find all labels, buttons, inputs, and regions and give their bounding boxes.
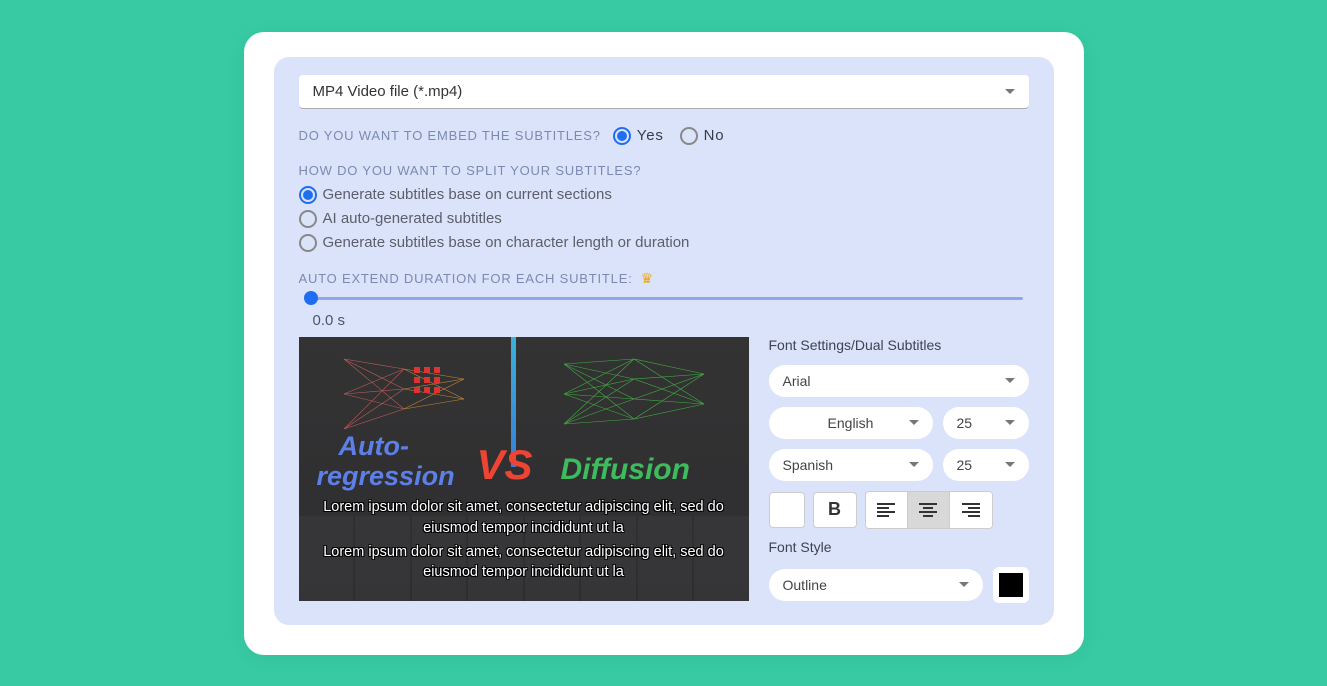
size-1-select[interactable]: 25 [943,407,1029,439]
embed-yes-label: Yes [637,127,664,144]
size-2-value: 25 [957,457,973,473]
align-center-button[interactable] [908,492,950,528]
language-1-select[interactable]: English [769,407,933,439]
radio-icon [299,210,317,228]
split-question-label: HOW DO YOU WANT TO SPLIT YOUR SUBTITLES? [299,163,1029,178]
chevron-down-icon [1005,89,1015,94]
embed-radio-group: Yes No [613,127,725,145]
split-option-sections[interactable]: Generate subtitles base on current secti… [299,186,1029,204]
radio-icon [299,234,317,252]
font-style-value: Outline [783,577,827,593]
subtitle-line-1: Lorem ipsum dolor sit amet, consectetur … [307,497,741,538]
lang2-size-row: Spanish 25 [769,449,1029,481]
file-format-label: MP4 Video file (*.mp4) [313,83,463,100]
auto-extend-row: AUTO EXTEND DURATION FOR EACH SUBTITLE: … [299,270,1029,287]
size-2-select[interactable]: 25 [943,449,1029,481]
embed-question-label: DO YOU WANT TO EMBED THE SUBTITLES? [299,128,601,143]
preview-graphic-left [314,349,504,439]
split-option-ai[interactable]: AI auto-generated subtitles [299,210,1029,228]
auto-extend-slider-wrap: 0.0 s [299,297,1029,329]
font-style-row: Outline [769,567,1029,603]
slider-thumb[interactable] [304,291,318,305]
preview-word-regression: regression [317,461,455,492]
preview-word-diffusion: Diffusion [561,453,690,487]
export-dialog-card: MP4 Video file (*.mp4) DO YOU WANT TO EM… [244,32,1084,655]
split-option-label: Generate subtitles base on character len… [323,234,690,251]
chevron-down-icon [1005,378,1015,383]
export-settings-panel: MP4 Video file (*.mp4) DO YOU WANT TO EM… [274,57,1054,625]
outline-color-picker[interactable] [993,567,1029,603]
embed-no-option[interactable]: No [680,127,725,145]
size-1-value: 25 [957,415,973,431]
premium-crown-icon: ♛ [641,270,654,287]
chevron-down-icon [909,420,919,425]
embed-question-row: DO YOU WANT TO EMBED THE SUBTITLES? Yes … [299,127,1029,145]
auto-extend-label: AUTO EXTEND DURATION FOR EACH SUBTITLE: [299,271,633,286]
alignment-group [865,491,993,529]
lang1-size-row: English 25 [769,407,1029,439]
auto-extend-slider[interactable] [311,297,1023,300]
chevron-down-icon [1005,462,1015,467]
chevron-down-icon [959,582,969,587]
text-color-picker[interactable] [769,492,805,528]
auto-extend-value: 0.0 s [313,312,1029,329]
align-left-icon [877,503,895,517]
split-options-group: Generate subtitles base on current secti… [299,186,1029,252]
preview-word-auto: Auto- [339,431,409,462]
outline-color-swatch [999,573,1023,597]
preview-graphic-right [544,349,734,439]
bold-icon: B [828,499,841,520]
video-preview: Auto- regression VS Diffusion Lorem ipsu… [299,337,749,601]
text-toolbar: B [769,491,1029,529]
split-option-label: AI auto-generated subtitles [323,210,502,227]
font-family-value: Arial [783,373,811,389]
font-style-select[interactable]: Outline [769,569,983,601]
preview-word-vs: VS [477,441,533,489]
language-2-select[interactable]: Spanish [769,449,933,481]
align-right-icon [962,503,980,517]
font-settings-title: Font Settings/Dual Subtitles [769,337,1029,353]
split-option-length[interactable]: Generate subtitles base on character len… [299,234,1029,252]
subtitle-overlay: Lorem ipsum dolor sit amet, consectetur … [299,497,749,582]
language-2-value: Spanish [783,457,834,473]
file-format-select[interactable]: MP4 Video file (*.mp4) [299,75,1029,109]
font-family-select[interactable]: Arial [769,365,1029,397]
align-center-icon [919,503,937,517]
embed-yes-option[interactable]: Yes [613,127,664,145]
font-style-label: Font Style [769,539,1029,555]
align-left-button[interactable] [866,492,908,528]
bold-button[interactable]: B [813,492,857,528]
radio-icon [299,186,317,204]
language-1-value: English [828,415,874,431]
radio-icon [680,127,698,145]
chevron-down-icon [1005,420,1015,425]
subtitle-line-2: Lorem ipsum dolor sit amet, consectetur … [307,542,741,583]
preview-settings-row: Auto- regression VS Diffusion Lorem ipsu… [299,337,1029,603]
radio-icon [613,127,631,145]
split-option-label: Generate subtitles base on current secti… [323,186,612,203]
embed-no-label: No [704,127,725,144]
chevron-down-icon [909,462,919,467]
align-right-button[interactable] [950,492,992,528]
font-settings-column: Font Settings/Dual Subtitles Arial Engli… [769,337,1029,603]
